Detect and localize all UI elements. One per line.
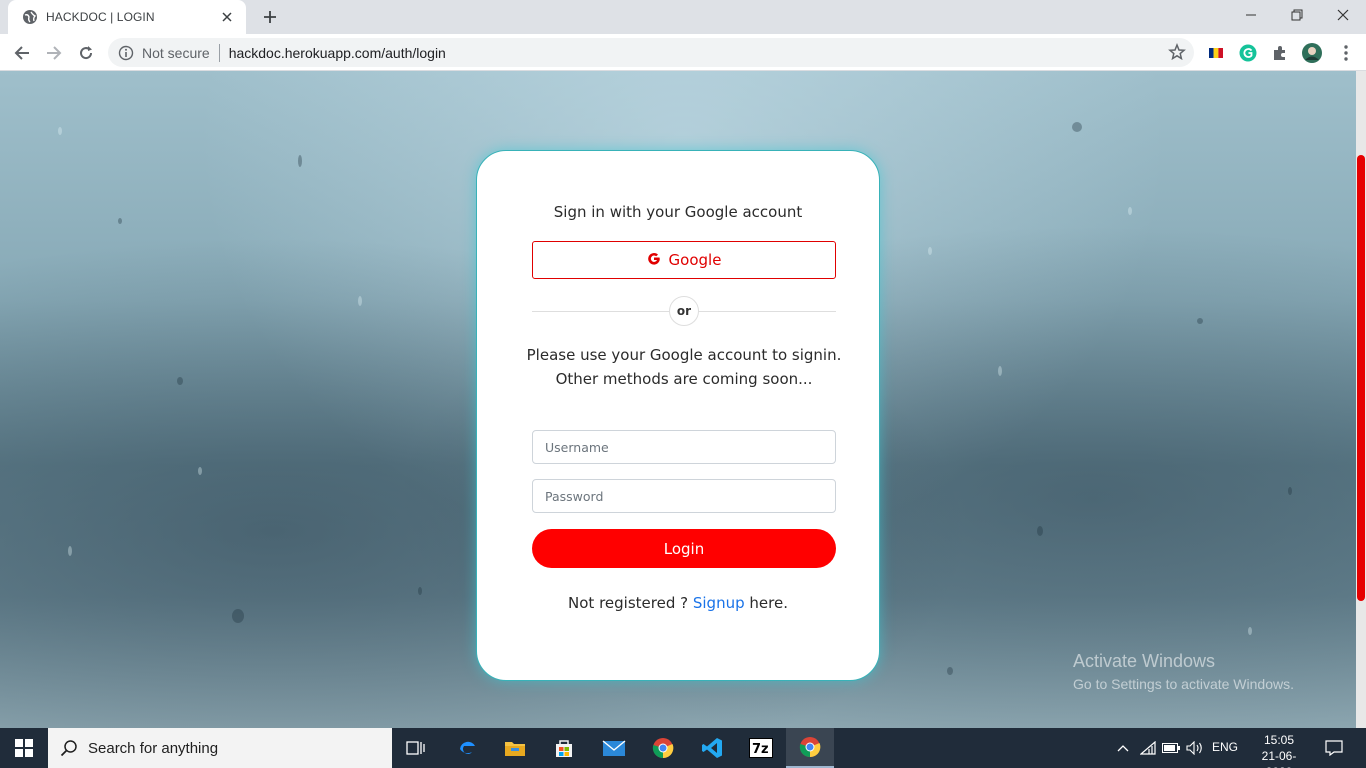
volume-icon[interactable] xyxy=(1184,728,1206,768)
back-button[interactable] xyxy=(8,39,36,67)
chrome-icon[interactable] xyxy=(639,728,687,768)
file-explorer-icon[interactable] xyxy=(491,728,539,768)
or-divider-badge: or xyxy=(669,296,699,326)
start-button[interactable] xyxy=(0,728,48,768)
network-icon[interactable] xyxy=(1138,728,1158,768)
clock-date: 21-06-2020 xyxy=(1261,749,1297,768)
chrome-active-icon[interactable] xyxy=(786,728,834,768)
windows-logo-icon xyxy=(15,739,33,757)
battery-icon[interactable] xyxy=(1160,728,1182,768)
edge-icon[interactable] xyxy=(443,728,491,768)
page-scrollbar[interactable] xyxy=(1356,71,1366,728)
login-button[interactable]: Login xyxy=(532,529,836,568)
google-button-label: Google xyxy=(668,251,722,269)
search-icon xyxy=(60,740,77,757)
login-card: Sign in with your Google account Google … xyxy=(476,150,880,681)
task-view-icon[interactable] xyxy=(392,728,440,768)
browser-tab[interactable]: HACKDOC | LOGIN xyxy=(8,0,246,34)
watermark-subtitle: Go to Settings to activate Windows. xyxy=(1073,676,1294,692)
signup-suffix: here. xyxy=(749,594,788,612)
taskbar-search[interactable]: Search for anything xyxy=(48,728,392,768)
google-icon xyxy=(647,251,661,270)
security-label[interactable]: Not secure xyxy=(142,45,210,61)
vscode-icon[interactable] xyxy=(688,728,736,768)
message-line-2: Other methods are coming soon... xyxy=(555,370,813,388)
windows-taskbar: Search for anything 7z ENG 15:05 21-06-2 xyxy=(0,728,1366,768)
browser-toolbar: Not secure hackdoc.herokuapp.com/auth/lo… xyxy=(0,34,1366,71)
minimize-button[interactable] xyxy=(1228,0,1274,30)
signup-link[interactable]: Signup xyxy=(693,594,745,612)
info-icon[interactable] xyxy=(118,45,134,61)
watermark-title: Activate Windows xyxy=(1073,651,1216,671)
close-window-button[interactable] xyxy=(1320,0,1366,30)
svg-text:7z: 7z xyxy=(752,742,769,757)
clock-time: 15:05 xyxy=(1263,733,1295,747)
signin-message: Please use your Google account to signin… xyxy=(517,343,851,391)
reload-button[interactable] xyxy=(72,39,100,67)
tab-title: HACKDOC | LOGIN xyxy=(46,10,155,24)
tab-strip: HACKDOC | LOGIN xyxy=(0,0,1366,34)
scrollbar-thumb[interactable] xyxy=(1357,155,1365,601)
message-line-1: Please use your Google account to signin… xyxy=(526,346,842,364)
flag-extension-icon[interactable] xyxy=(1206,43,1226,63)
close-tab-icon[interactable] xyxy=(218,8,236,26)
address-bar[interactable]: Not secure hackdoc.herokuapp.com/auth/lo… xyxy=(108,38,1194,67)
profile-avatar[interactable] xyxy=(1302,43,1322,63)
grammarly-icon[interactable] xyxy=(1238,43,1258,63)
url-text[interactable]: hackdoc.herokuapp.com/auth/login xyxy=(229,45,446,61)
mail-icon[interactable] xyxy=(590,728,638,768)
address-separator xyxy=(218,43,220,62)
page-viewport: Sign in with your Google account Google … xyxy=(0,71,1366,728)
username-input[interactable] xyxy=(532,430,836,464)
signup-prompt: Not registered ? Signup here. xyxy=(477,594,879,612)
google-signin-button[interactable]: Google xyxy=(532,241,836,279)
extensions-puzzle-icon[interactable] xyxy=(1270,43,1290,63)
forward-button[interactable] xyxy=(40,39,68,67)
globe-icon xyxy=(22,9,38,25)
7zip-icon[interactable]: 7z xyxy=(737,728,785,768)
activate-windows-watermark: Activate Windows Go to Settings to activ… xyxy=(1073,651,1294,692)
language-indicator[interactable]: ENG xyxy=(1212,740,1238,754)
bookmark-star-icon[interactable] xyxy=(1168,42,1186,61)
browser-menu-icon[interactable] xyxy=(1336,43,1356,63)
taskbar-clock[interactable]: 15:05 21-06-2020 xyxy=(1250,732,1308,768)
restore-button[interactable] xyxy=(1274,0,1320,30)
notification-icon[interactable] xyxy=(1320,728,1348,768)
google-signin-heading: Sign in with your Google account xyxy=(553,203,803,221)
password-input[interactable] xyxy=(532,479,836,513)
tray-chevron-up-icon[interactable] xyxy=(1113,728,1133,768)
signup-prefix: Not registered ? xyxy=(568,594,689,612)
taskbar-search-placeholder: Search for anything xyxy=(88,739,219,757)
new-tab-button[interactable] xyxy=(258,6,282,28)
store-icon[interactable] xyxy=(540,728,588,768)
